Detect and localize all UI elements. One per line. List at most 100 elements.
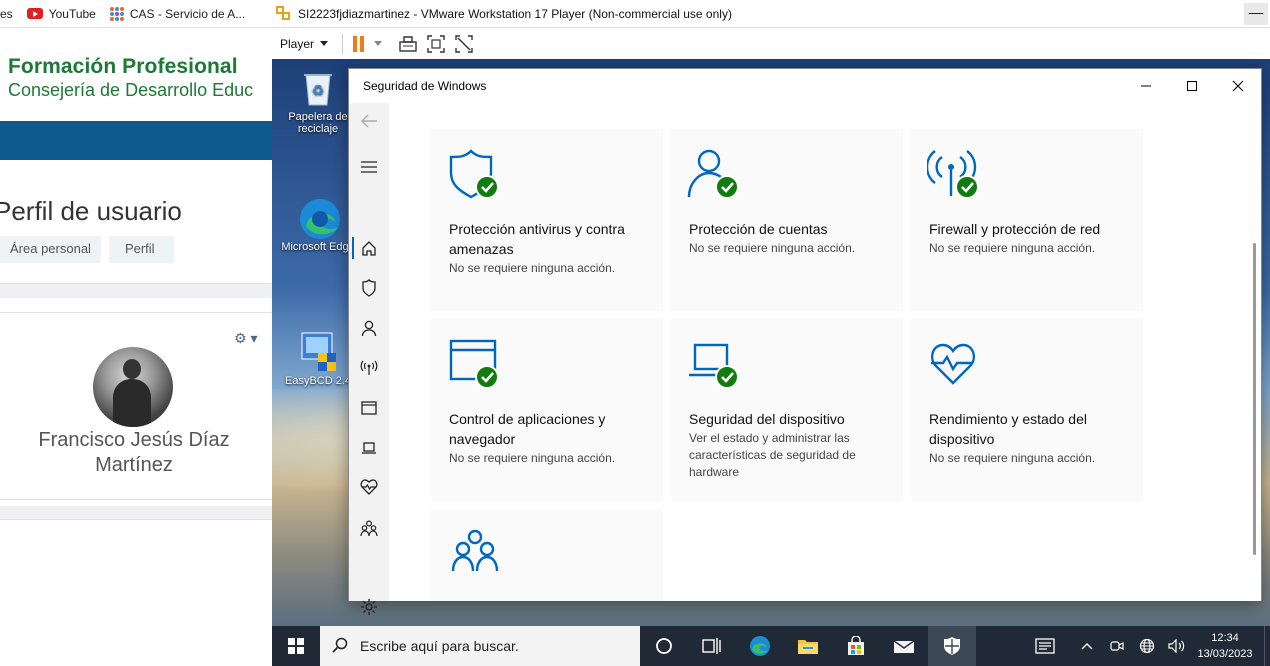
tile-status: No se requiere ninguna acción. [929,451,1096,465]
clock-time: 12:34 [1211,632,1239,644]
close-button[interactable] [1215,69,1261,103]
settings-menu-button[interactable]: ⚙ ▾ [234,330,257,347]
maximize-button[interactable] [1169,69,1215,103]
tile-account-protection[interactable]: Protección de cuentas No se requiere nin… [671,129,903,311]
notification-center-icon[interactable] [1030,638,1060,654]
brand-title: Formación Profesional [8,55,238,78]
tile-virus-protection[interactable]: Protección antivirus y contra amenazas N… [431,129,663,311]
tile-title: Seguridad del dispositivo [689,411,845,427]
tile-firewall[interactable]: Firewall y protección de red No se requi… [911,129,1143,311]
vmware-toolbar: Player [272,28,1270,59]
laptop-icon[interactable] [359,438,379,458]
tile-title: Rendimiento y estado del dispositivo [929,411,1087,447]
person-check-icon [687,147,743,203]
breadcrumb-item-profile[interactable]: Perfil [108,236,174,263]
tile-app-browser-control[interactable]: Control de aplicaciones y navegador No s… [431,319,663,501]
windows-security-taskbar-icon[interactable] [928,626,976,666]
bookmark-cas[interactable]: CAS - Servicio de A... [109,6,246,21]
task-view-icon[interactable] [688,626,736,666]
mail-icon[interactable] [880,626,928,666]
wireless-check-icon [925,147,983,203]
user-name-line1: Francisco Jesús Díaz [38,429,230,451]
window-title: Seguridad de Windows [363,79,487,93]
unity-mode-icon[interactable] [454,34,474,53]
tile-device-security[interactable]: Seguridad del dispositivo Ver el estado … [671,319,903,501]
tile-status: No se requiere ninguna acción. [689,241,856,255]
back-icon[interactable] [359,111,379,131]
breadcrumb-item-home[interactable]: Área personal [0,236,101,263]
bookmark-label: CAS - Servicio de A... [129,6,246,21]
site-navbar [0,121,272,160]
player-label: Player [280,36,315,51]
desktop-icon-label: Microsoft Edge [281,241,355,253]
shield-icon[interactable] [359,278,379,298]
system-tray: 12:34 13/03/2023 [1030,626,1270,666]
family-icon[interactable] [359,518,379,538]
pause-icon[interactable] [353,35,365,52]
wireless-icon[interactable] [359,358,379,378]
tile-status: Ver el estado y administrar las caracter… [689,431,856,479]
chevron-down-icon [320,41,329,46]
family-icon [447,527,503,583]
clock[interactable]: 12:34 13/03/2023 [1192,630,1258,662]
chevron-down-icon[interactable] [374,41,383,46]
maximize-icon [1187,81,1197,91]
desktop-icon-label: Papelera de reciclaje [288,111,348,135]
security-titlebar: Seguridad de Windows [349,69,1261,103]
chevron-up-icon[interactable] [1072,642,1102,650]
desktop-icon-recycle-bin[interactable]: ♻ Papelera de reciclaje [278,67,358,135]
bookmark-es[interactable]: es [0,7,13,21]
active-indicator [352,237,354,259]
file-explorer-icon[interactable] [784,626,832,666]
window-controls [1123,69,1261,103]
search-box[interactable]: Escribe aquí para buscar. [320,626,640,666]
minimize-button[interactable]: — [1244,3,1268,25]
clock-date: 13/03/2023 [1197,648,1253,660]
divider [0,283,272,298]
minimize-icon [1141,85,1151,87]
store-icon[interactable] [832,626,880,666]
volume-icon[interactable] [1162,639,1192,653]
security-sidebar [349,103,389,615]
windows-security-window: Seguridad de Windows Protección antiviru… [348,68,1262,615]
heart-pulse-icon[interactable] [359,477,379,497]
easybcd-icon [298,331,338,371]
scrollbar[interactable] [1253,243,1256,555]
tile-status: No se requiere ninguna acción. [449,261,616,275]
fit-guest-icon[interactable] [426,34,446,53]
bookmarks-bar: es YouTube CAS - Servicio de A... [0,0,272,28]
app-browser-icon[interactable] [359,398,379,418]
settings-gear-icon[interactable] [359,597,379,617]
bookmark-youtube[interactable]: YouTube [26,7,96,21]
app-browser-check-icon [447,337,503,393]
cortana-icon[interactable] [640,626,688,666]
hamburger-menu-icon[interactable] [359,157,379,177]
person-icon[interactable] [359,318,379,338]
tile-family-options[interactable] [431,509,663,601]
site-brand[interactable]: Formación Profesional Consejería de Desa… [8,55,253,101]
tile-status: No se requiere ninguna acción. [449,451,616,465]
breadcrumb: Área personal Perfil [0,236,174,263]
cas-icon [109,6,124,21]
network-globe-icon[interactable] [1132,638,1162,654]
minimize-button[interactable] [1123,69,1169,103]
youtube-icon [26,8,43,19]
close-icon [1232,80,1244,92]
heart-pulse-icon [927,337,983,393]
start-button[interactable] [272,626,320,666]
tile-device-performance[interactable]: Rendimiento y estado del dispositivo No … [911,319,1143,501]
send-ctrl-alt-del-icon[interactable] [398,35,418,53]
user-full-name: Francisco Jesús Díaz Martínez [0,428,268,478]
divider [0,506,272,520]
show-desktop-button[interactable] [1264,626,1270,666]
home-icon[interactable] [359,238,379,258]
svg-text:♻: ♻ [312,82,325,98]
player-menu-button[interactable]: Player [280,36,329,51]
page-title: Perfil de usuario [0,196,182,226]
desktop-icon-easybcd[interactable]: EasyBCD 2.4 [278,331,358,387]
avatar [93,347,173,427]
edge-taskbar-icon[interactable] [736,626,784,666]
tile-title: Firewall y protección de red [929,221,1101,237]
meet-now-icon[interactable] [1102,639,1132,653]
desktop-icon-edge[interactable]: Microsoft Edge [278,197,358,253]
